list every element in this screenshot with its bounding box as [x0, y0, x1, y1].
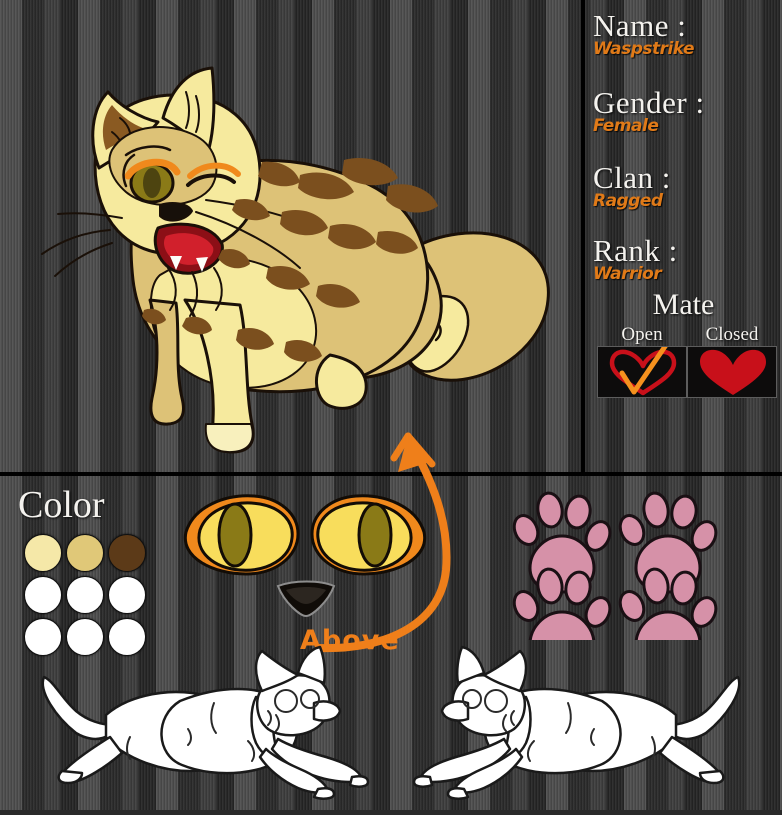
field-clan-value: Ragged — [593, 191, 663, 211]
field-rank-value: Warrior — [593, 264, 662, 284]
mate-heading: Mate — [652, 288, 715, 321]
paw-print — [508, 489, 616, 594]
mate-open-box[interactable] — [597, 346, 687, 398]
field-gender: Gender : Female — [593, 85, 782, 136]
color-swatch[interactable] — [108, 576, 146, 614]
color-swatch[interactable] — [24, 534, 62, 572]
mate-option-open-label: Open — [621, 324, 663, 345]
blank-lineart-cat-left — [10, 645, 390, 810]
field-clan: Clan : Ragged — [593, 160, 782, 211]
heart-filled-icon — [700, 349, 766, 395]
field-rank: Rank : Warrior — [593, 233, 782, 284]
mate-closed-box[interactable] — [687, 346, 777, 398]
mate-option-open[interactable]: Open — [597, 324, 687, 398]
left-eye-icon — [183, 494, 300, 576]
mate-status-group: Open Closed — [593, 322, 782, 398]
field-name-value: Waspstrike — [593, 39, 695, 59]
paw-print-reference — [508, 489, 728, 670]
field-name: Name : Waspstrike — [593, 8, 782, 59]
color-swatch[interactable] — [66, 576, 104, 614]
lineart-cat-svg — [412, 645, 741, 800]
mate-option-closed-label: Closed — [705, 324, 759, 345]
color-swatch[interactable] — [24, 576, 62, 614]
mate-option-closed[interactable]: Closed — [687, 324, 777, 398]
paw-prints-svg — [508, 489, 722, 670]
character-info-panel: Name : Waspstrike Gender : Female Clan :… — [585, 0, 782, 472]
paw-print — [614, 489, 722, 594]
heart-outline-checked-icon — [609, 347, 677, 396]
blank-lineart-cat-right — [392, 645, 772, 810]
color-palette-grid — [24, 534, 146, 656]
color-palette-heading: Color — [18, 484, 105, 526]
color-swatch[interactable] — [66, 534, 104, 572]
lineart-cat-svg — [41, 645, 370, 800]
character-reference-sheet: Name : Waspstrike Gender : Female Clan :… — [0, 0, 782, 810]
color-swatch[interactable] — [108, 534, 146, 572]
